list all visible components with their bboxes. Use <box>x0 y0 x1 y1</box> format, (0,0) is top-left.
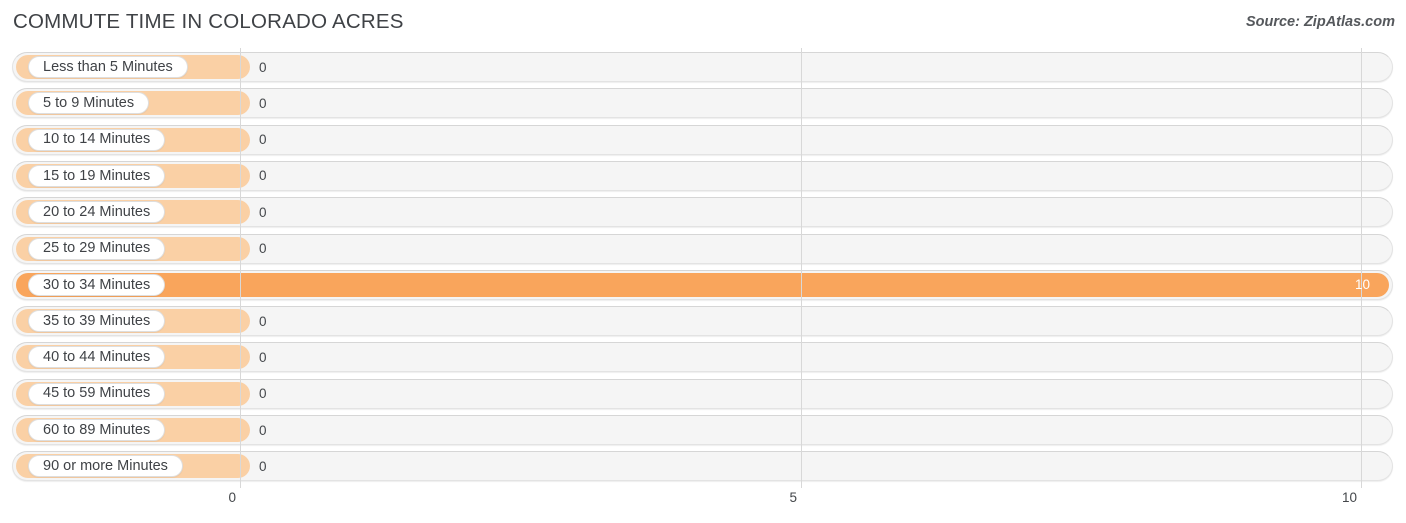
bar-value-label: 10 <box>1355 277 1371 293</box>
chart-row: 25 to 29 Minutes 0 <box>0 233 1406 264</box>
category-label-pill: 30 to 34 Minutes <box>28 273 166 296</box>
category-label-pill: 35 to 39 Minutes <box>28 310 166 333</box>
x-tick-label: 0 <box>228 490 236 505</box>
chart-plot-area: Less than 5 Minutes 0 5 to 9 Minutes 0 10 to… <box>0 48 1406 488</box>
bar-value-label: 0 <box>259 386 267 402</box>
bar-value-label: 0 <box>259 132 267 148</box>
category-label: 35 to 39 Minutes <box>43 312 151 329</box>
bar-value-label: 0 <box>259 349 267 365</box>
category-label: 40 to 44 Minutes <box>43 349 151 366</box>
category-label: 5 to 9 Minutes <box>43 95 135 112</box>
chart-row: 90 or more Minutes 0 <box>0 451 1406 482</box>
category-label: 90 or more Minutes <box>43 458 168 475</box>
category-label: 25 to 29 Minutes <box>43 240 151 257</box>
page-title: COMMUTE TIME IN COLORADO ACRES <box>13 10 404 33</box>
x-tick-label: 10 <box>1341 490 1357 505</box>
category-label: 10 to 14 Minutes <box>43 131 151 148</box>
category-label: 60 to 89 Minutes <box>43 421 151 438</box>
chart-row: 15 to 19 Minutes 0 <box>0 160 1406 191</box>
category-label-pill: 20 to 24 Minutes <box>28 201 166 224</box>
chart-row: 45 to 59 Minutes 0 <box>0 378 1406 409</box>
bar-value-label: 0 <box>259 95 267 111</box>
category-label-pill: 60 to 89 Minutes <box>28 419 166 441</box>
chart-row: 10 to 14 Minutes 0 <box>0 124 1406 155</box>
bar-value-label: 0 <box>259 168 267 184</box>
chart-row: 60 to 89 Minutes 0 <box>0 415 1406 445</box>
source-attribution: Source: ZipAtlas.com <box>1245 14 1395 30</box>
chart-row: 30 to 34 Minutes 10 <box>0 269 1406 300</box>
bar-value-label: 0 <box>259 313 267 329</box>
category-label-pill: 15 to 19 Minutes <box>28 164 166 187</box>
category-label-pill: 25 to 29 Minutes <box>28 237 166 260</box>
chart-row: 20 to 24 Minutes 0 <box>0 197 1406 228</box>
bar-value-label: 0 <box>259 59 267 75</box>
chart-header: COMMUTE TIME IN COLORADO ACRES Source: Z… <box>0 0 1406 46</box>
category-label: 20 to 24 Minutes <box>43 203 151 220</box>
category-label: 45 to 59 Minutes <box>43 385 151 402</box>
category-label-pill: Less than 5 Minutes <box>28 56 188 78</box>
category-label-pill: 5 to 9 Minutes <box>28 92 150 115</box>
chart-row: Less than 5 Minutes 0 <box>0 52 1406 82</box>
category-label-pill: 40 to 44 Minutes <box>28 346 166 369</box>
bar-value-label: 0 <box>259 422 267 438</box>
category-label-pill: 90 or more Minutes <box>28 455 183 478</box>
category-label: 30 to 34 Minutes <box>43 276 151 293</box>
chart-row: 35 to 39 Minutes 0 <box>0 306 1406 337</box>
bar-value-label: 0 <box>259 241 267 256</box>
chart-row: 5 to 9 Minutes 0 <box>0 88 1406 119</box>
bar[interactable] <box>16 272 1389 297</box>
bar-value-label: 0 <box>259 204 267 220</box>
x-tick-label: 5 <box>789 490 797 505</box>
category-label-pill: 45 to 59 Minutes <box>28 382 166 405</box>
category-label: Less than 5 Minutes <box>43 58 173 75</box>
x-axis: 0 5 10 <box>0 488 1406 523</box>
chart-row: 40 to 44 Minutes 0 <box>0 342 1406 373</box>
bar-value-label: 0 <box>259 458 267 474</box>
category-label-pill: 10 to 14 Minutes <box>28 128 166 151</box>
category-label: 15 to 19 Minutes <box>43 167 151 184</box>
